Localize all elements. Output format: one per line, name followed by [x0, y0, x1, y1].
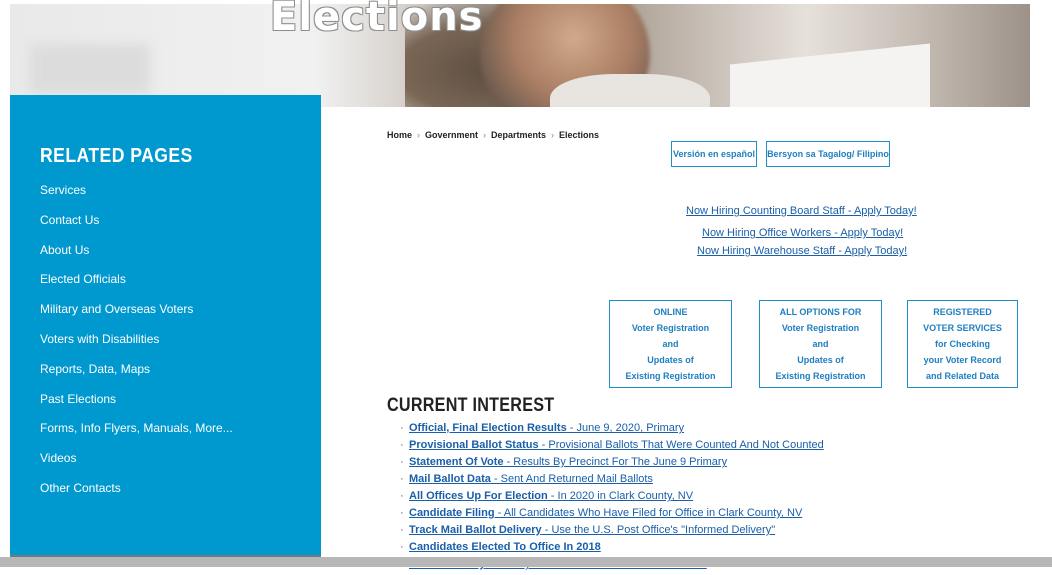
mail-ballot-data-link[interactable]: Mail Ballot Data [409, 473, 491, 485]
box-line: for Checking [934, 339, 990, 349]
sidebar-item-reports-data-maps[interactable]: Reports, Data, Maps [40, 362, 233, 392]
hiring-warehouse-staff-link[interactable]: Now Hiring Warehouse Staff - Apply Today… [697, 245, 907, 257]
tagalog-version-button[interactable]: Bersyon sa Tagalog/ Filipino [766, 141, 890, 167]
sidebar-item-elected-officials[interactable]: Elected Officials [40, 272, 233, 302]
banner-photo-laptop [730, 43, 930, 107]
sidebar-item-services[interactable]: Services [40, 183, 233, 213]
box-line: REGISTERED [933, 307, 992, 317]
breadcrumb-separator: › [551, 130, 555, 140]
list-item: Mail Ballot Data - Sent And Returned Mai… [400, 473, 824, 490]
list-item: Statement Of Vote - Results By Precinct … [400, 456, 824, 473]
list-item: Provisional Ballot Status - Provisional … [400, 439, 824, 456]
box-line: Updates of [797, 355, 844, 365]
sidebar-item-videos[interactable]: Videos [40, 451, 233, 481]
banner-photo-shirt [550, 74, 710, 107]
sidebar-heading: RELATED PAGES [40, 145, 193, 167]
hero-banner [10, 4, 1030, 107]
box-line: Voter Registration [781, 323, 860, 333]
all-options-voter-registration-button[interactable]: ALL OPTIONS FOR Voter Registration and U… [759, 300, 882, 388]
breadcrumb: Home › Government › Departments › Elections [387, 130, 599, 140]
sidebar-item-forms-info[interactable]: Forms, Info Flyers, Manuals, More... [40, 421, 233, 451]
list-item: Track Mail Ballot Delivery - Use the U.S… [400, 524, 824, 541]
box-line: ONLINE [653, 307, 688, 317]
sidebar-item-voters-with-disabilities[interactable]: Voters with Disabilities [40, 332, 233, 362]
list-item: All Offices Up For Election - In 2020 in… [400, 490, 824, 507]
box-line: Existing Registration [775, 371, 866, 381]
sidebar-item-military-overseas-voters[interactable]: Military and Overseas Voters [40, 302, 233, 332]
sidebar-nav: Services Contact Us About Us Elected Off… [40, 183, 233, 511]
item-description[interactable]: - Sent And Returned Mail Ballots [491, 473, 653, 485]
list-item: Candidate Filing - All Candidates Who Ha… [400, 507, 824, 524]
box-line: Existing Registration [625, 371, 716, 381]
breadcrumb-government[interactable]: Government [425, 130, 478, 140]
box-line: and [662, 339, 679, 349]
item-description[interactable]: - Use the U.S. Post Office's "Informed D… [542, 524, 775, 536]
sidebar-item-other-contacts[interactable]: Other Contacts [40, 481, 233, 511]
sidebar-item-about-us[interactable]: About Us [40, 243, 233, 273]
breadcrumb-elections: Elections [559, 130, 600, 140]
sidebar-item-contact-us[interactable]: Contact Us [40, 213, 233, 243]
spanish-version-button[interactable]: Versión en español [671, 141, 757, 167]
hiring-office-workers-link[interactable]: Now Hiring Office Workers - Apply Today! [702, 227, 903, 239]
list-item: Candidates Elected To Office In 2018 [400, 541, 824, 558]
sidebar-item-past-elections[interactable]: Past Elections [40, 392, 233, 422]
box-line: your Voter Record [923, 355, 1002, 365]
candidate-filing-link[interactable]: Candidate Filing [409, 507, 495, 519]
track-mail-ballot-link[interactable]: Track Mail Ballot Delivery [409, 524, 542, 536]
breadcrumb-separator: › [483, 130, 487, 140]
sidebar: RELATED PAGES Services Contact Us About … [10, 95, 321, 567]
item-description[interactable]: - Results By Precinct For The June 9 Pri… [504, 456, 728, 468]
item-description[interactable]: - In 2020 in Clark County, NV [548, 490, 693, 502]
page-title: Elections [270, 0, 484, 40]
box-line: and Related Data [925, 371, 1000, 381]
item-description[interactable]: - All Candidates Who Have Filed for Offi… [495, 507, 803, 519]
current-interest-list: Official, Final Election Results - June … [400, 422, 824, 575]
registered-voter-services-button[interactable]: REGISTERED VOTER SERVICES for Checking y… [907, 300, 1018, 388]
breadcrumb-home[interactable]: Home [387, 130, 412, 140]
box-line: ALL OPTIONS FOR [779, 307, 862, 317]
item-description[interactable]: - June 9, 2020, Primary [567, 422, 684, 434]
hiring-counting-board-link[interactable]: Now Hiring Counting Board Staff - Apply … [686, 205, 917, 217]
bottom-shade [0, 557, 1052, 567]
statement-of-vote-link[interactable]: Statement Of Vote [409, 456, 504, 468]
online-voter-registration-button[interactable]: ONLINE Voter Registration and Updates of… [609, 300, 732, 388]
breadcrumb-separator: › [417, 130, 421, 140]
provisional-ballot-status-link[interactable]: Provisional Ballot Status [409, 439, 539, 451]
box-line: and [812, 339, 829, 349]
candidates-elected-link[interactable]: Candidates Elected To Office In 2018 [409, 541, 601, 553]
box-line: Voter Registration [631, 323, 710, 333]
list-item: Official, Final Election Results - June … [400, 422, 824, 439]
box-line: Updates of [647, 355, 694, 365]
current-interest-heading: CURRENT INTEREST [387, 395, 555, 416]
breadcrumb-departments[interactable]: Departments [491, 130, 546, 140]
item-description[interactable]: - Provisional Ballots That Were Counted … [539, 439, 824, 451]
official-results-link[interactable]: Official, Final Election Results [409, 422, 567, 434]
all-offices-link[interactable]: All Offices Up For Election [409, 490, 548, 502]
box-line: VOTER SERVICES [923, 323, 1002, 333]
banner-background-blur [30, 44, 150, 94]
